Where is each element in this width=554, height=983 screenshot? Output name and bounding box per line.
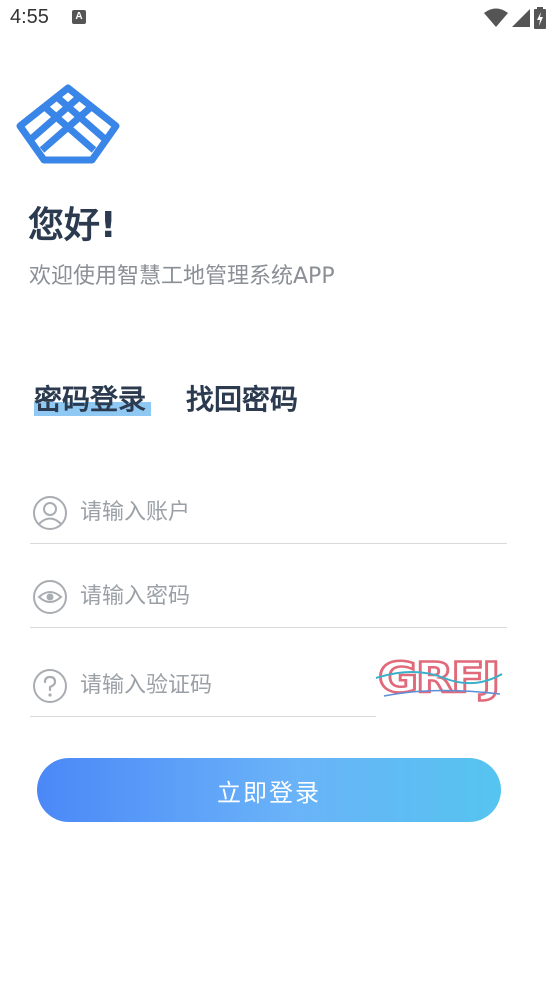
password-input[interactable]: [80, 584, 507, 609]
tab-password-login[interactable]: 密码登录: [34, 378, 146, 418]
eye-icon[interactable]: [32, 579, 68, 615]
account-input[interactable]: [80, 500, 507, 525]
user-icon: [33, 495, 67, 530]
welcome-subtitle: 欢迎使用智慧工地管理系统APP: [29, 264, 335, 289]
status-time: 4:55: [10, 6, 49, 28]
tab-password-login-label: 密码登录: [34, 383, 147, 416]
account-field: [30, 482, 507, 544]
battery-icon: [534, 7, 546, 29]
password-field: [30, 566, 507, 628]
app-logo-icon: [16, 84, 120, 164]
wifi-icon: [484, 8, 508, 27]
status-bar: 4:55 A: [0, 0, 554, 38]
verification-code-field: [30, 655, 376, 717]
tab-recover-password[interactable]: 找回密码: [186, 378, 298, 418]
signal-icon: [512, 9, 530, 27]
captcha-image[interactable]: GRFJ: [374, 648, 504, 704]
login-button[interactable]: 立即登录: [37, 758, 501, 822]
notification-icon: A: [72, 10, 86, 24]
status-icons: [484, 7, 546, 29]
question-icon: [33, 668, 67, 703]
verification-code-input[interactable]: [80, 673, 376, 698]
greeting-title: 您好!: [28, 205, 117, 246]
